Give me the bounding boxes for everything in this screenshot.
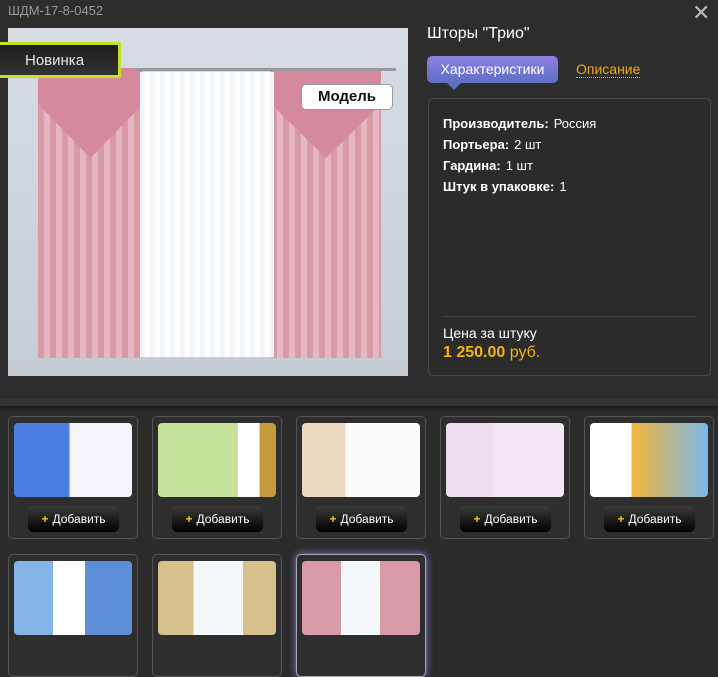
thumbnail[interactable] xyxy=(158,423,276,497)
plus-icon: + xyxy=(617,512,625,526)
product-card-selected[interactable] xyxy=(296,554,426,677)
product-card[interactable] xyxy=(8,554,138,677)
add-label: Добавить xyxy=(628,512,682,526)
product-sku: ШДМ-17-8-0452 xyxy=(8,3,104,18)
add-button[interactable]: + Добавить xyxy=(604,506,695,532)
specs-box: Производитель: Россия Портьера: 2 шт Гарди… xyxy=(428,98,711,376)
thumbnail[interactable] xyxy=(590,423,708,497)
divider xyxy=(0,398,718,406)
thumbnail[interactable] xyxy=(158,561,276,635)
tulle xyxy=(140,72,274,357)
add-button[interactable]: + Добавить xyxy=(460,506,551,532)
spec-value: Россия xyxy=(553,116,597,131)
add-button[interactable]: + Добавить xyxy=(28,506,119,532)
spec-label: Гардина: xyxy=(443,158,501,173)
price-label: Цена за штуку xyxy=(443,325,537,341)
add-button[interactable]: + Добавить xyxy=(316,506,407,532)
product-title: Шторы "Трио" xyxy=(427,25,530,42)
spec-value: 1 шт xyxy=(505,158,533,173)
plus-icon: + xyxy=(473,512,481,526)
thumbnail[interactable] xyxy=(302,561,420,635)
new-badge: Новинка xyxy=(0,42,121,78)
add-button[interactable]: + Добавить xyxy=(172,506,263,532)
product-card[interactable] xyxy=(152,554,282,677)
spec-label: Производитель: xyxy=(443,116,549,131)
product-card[interactable]: + Добавить xyxy=(440,416,570,539)
spec-row: Штук в упаковке: 1 xyxy=(443,179,567,194)
spec-value: 2 шт xyxy=(514,137,542,152)
divider xyxy=(443,316,696,317)
spec-row: Гардина: 1 шт xyxy=(443,158,533,173)
spec-row: Портьера: 2 шт xyxy=(443,137,541,152)
product-card[interactable]: + Добавить xyxy=(584,416,714,539)
tab-description[interactable]: Описание xyxy=(576,61,641,78)
thumbnail[interactable] xyxy=(14,561,132,635)
tab-characteristics[interactable]: Характеристики xyxy=(427,56,558,90)
price-currency: руб. xyxy=(509,344,541,361)
plus-icon: + xyxy=(185,512,193,526)
thumbnail[interactable] xyxy=(446,423,564,497)
product-card[interactable]: + Добавить xyxy=(8,416,138,539)
spec-value: 1 xyxy=(559,179,567,194)
price: 1 250.00 руб. xyxy=(443,344,540,362)
product-image[interactable] xyxy=(8,28,408,376)
add-label: Добавить xyxy=(340,512,394,526)
curtain-rod xyxy=(136,68,396,71)
close-icon[interactable]: ✕ xyxy=(692,0,710,26)
spec-row: Производитель: Россия xyxy=(443,116,596,131)
thumbnail[interactable] xyxy=(14,423,132,497)
product-card[interactable]: + Добавить xyxy=(296,416,426,539)
product-card[interactable]: + Добавить xyxy=(152,416,282,539)
add-label: Добавить xyxy=(196,512,250,526)
thumbnail[interactable] xyxy=(302,423,420,497)
add-label: Добавить xyxy=(484,512,538,526)
spec-label: Штук в упаковке: xyxy=(443,179,555,194)
spec-label: Портьера: xyxy=(443,137,510,152)
plus-icon: + xyxy=(41,512,49,526)
model-badge: Модель xyxy=(301,84,393,110)
price-value: 1 250.00 xyxy=(443,344,506,361)
add-label: Добавить xyxy=(52,512,106,526)
plus-icon: + xyxy=(329,512,337,526)
